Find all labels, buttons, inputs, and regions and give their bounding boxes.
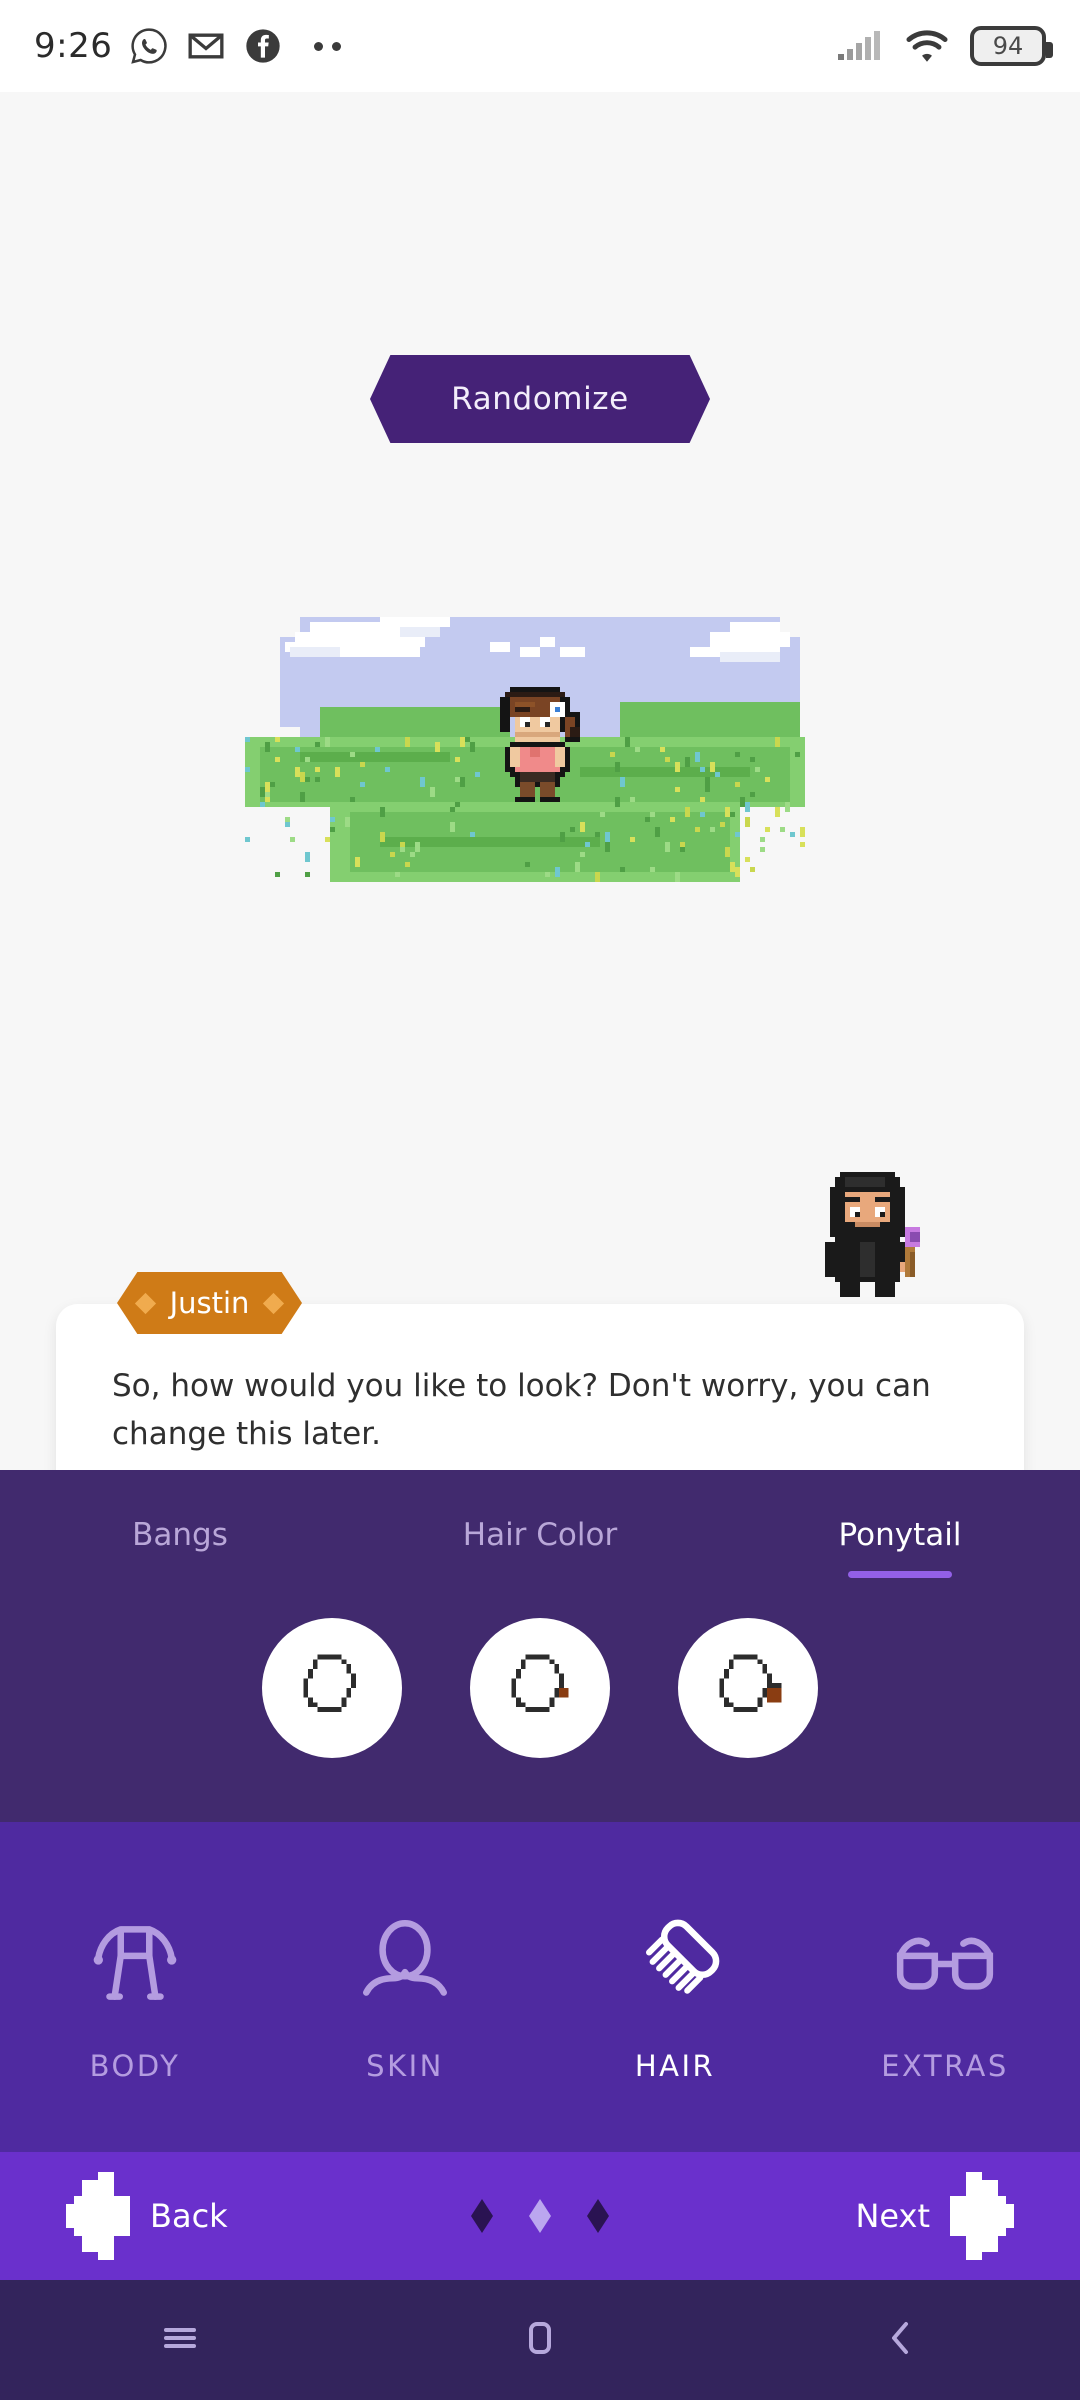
app-screen: 9:26 94 Randomize So, how would you like… (0, 0, 1080, 2400)
tab-hair-color-underline (488, 1571, 592, 1578)
category-body-label: BODY (89, 2049, 181, 2083)
recents-icon (156, 2314, 204, 2367)
npc-sprite (800, 1162, 940, 1297)
back-nav-button[interactable] (840, 2280, 960, 2400)
status-bar-right: 94 (834, 26, 1053, 66)
speaker-name-label: Justin (169, 1286, 250, 1320)
tab-bangs-label: Bangs (132, 1517, 228, 1553)
game-stage: Randomize So, how would you like to look… (0, 92, 1080, 1504)
recents-button[interactable] (120, 2280, 240, 2400)
home-icon (516, 2314, 564, 2367)
category-bar: BODY SKIN HAIR EXTRAS (0, 1822, 1080, 2152)
options-panel: Bangs Hair Color Ponytail (0, 1470, 1080, 1858)
tab-bangs[interactable]: Bangs (0, 1470, 360, 1600)
next-button[interactable]: Next (855, 2170, 1022, 2262)
back-chevron-icon (876, 2314, 924, 2367)
category-extras-label: EXTRAS (881, 2049, 1009, 2083)
category-hair[interactable]: HAIR (540, 1822, 810, 2152)
category-body[interactable]: BODY (0, 1822, 270, 2152)
diamond-left-icon (134, 1292, 156, 1314)
glasses-icon (886, 1905, 1004, 2023)
next-button-label: Next (855, 2197, 930, 2235)
ponytail-short-icon (497, 1645, 583, 1731)
avatar-sprite (230, 602, 850, 902)
whatsapp-icon (129, 26, 169, 66)
android-navigation-bar (0, 2280, 1080, 2400)
tab-ponytail-label: Ponytail (838, 1517, 962, 1553)
tab-ponytail[interactable]: Ponytail (720, 1470, 1080, 1600)
battery-level-label: 94 (992, 32, 1024, 60)
status-bar-left: 9:26 (34, 26, 342, 66)
comb-icon (616, 1905, 734, 2023)
status-bar-clock: 9:26 (34, 26, 113, 66)
arrow-left-icon (58, 2170, 138, 2262)
status-bar: 9:26 94 (0, 0, 1080, 92)
wizard-nav-bar: Back Next (0, 2152, 1080, 2280)
ponytail-option-short[interactable] (470, 1618, 610, 1758)
facebook-icon (243, 26, 283, 66)
randomize-button[interactable]: Randomize (370, 355, 710, 443)
avatar-preview-scene (230, 602, 850, 902)
ponytail-long-icon (705, 1645, 791, 1731)
battery-icon: 94 (970, 26, 1053, 66)
page-dot[interactable] (587, 2199, 609, 2233)
speaker-name-badge: Justin (117, 1272, 302, 1334)
ponytail-none-icon (289, 1645, 375, 1731)
category-skin-label: SKIN (366, 2049, 444, 2083)
body-icon (76, 1905, 194, 2023)
wifi-icon (904, 27, 950, 65)
page-dot[interactable] (471, 2199, 493, 2233)
signal-bars-icon (834, 26, 884, 66)
arrow-right-icon (942, 2170, 1022, 2262)
head-shoulders-icon (346, 1905, 464, 2023)
tab-hair-color-label: Hair Color (462, 1517, 618, 1553)
tab-hair-color[interactable]: Hair Color (360, 1470, 720, 1600)
tab-bangs-underline (128, 1571, 232, 1578)
page-indicator (471, 2199, 609, 2233)
ponytail-option-none[interactable] (262, 1618, 402, 1758)
ponytail-option-long[interactable] (678, 1618, 818, 1758)
home-button[interactable] (480, 2280, 600, 2400)
category-extras[interactable]: EXTRAS (810, 1822, 1080, 2152)
category-hair-label: HAIR (634, 2049, 716, 2083)
sub-tab-bar: Bangs Hair Color Ponytail (0, 1470, 1080, 1600)
back-button[interactable]: Back (58, 2170, 228, 2262)
back-button-label: Back (150, 2197, 228, 2235)
npc-justin-sprite (800, 1162, 940, 1297)
overflow-dots-icon (314, 41, 342, 51)
tab-ponytail-underline (848, 1571, 952, 1578)
category-skin[interactable]: SKIN (270, 1822, 540, 2152)
page-dot[interactable] (529, 2199, 551, 2233)
diamond-right-icon (263, 1292, 285, 1314)
dialogue-text: So, how would you like to look? Don't wo… (112, 1368, 931, 1453)
gmail-icon (186, 26, 226, 66)
option-swatch-list (0, 1618, 1080, 1758)
